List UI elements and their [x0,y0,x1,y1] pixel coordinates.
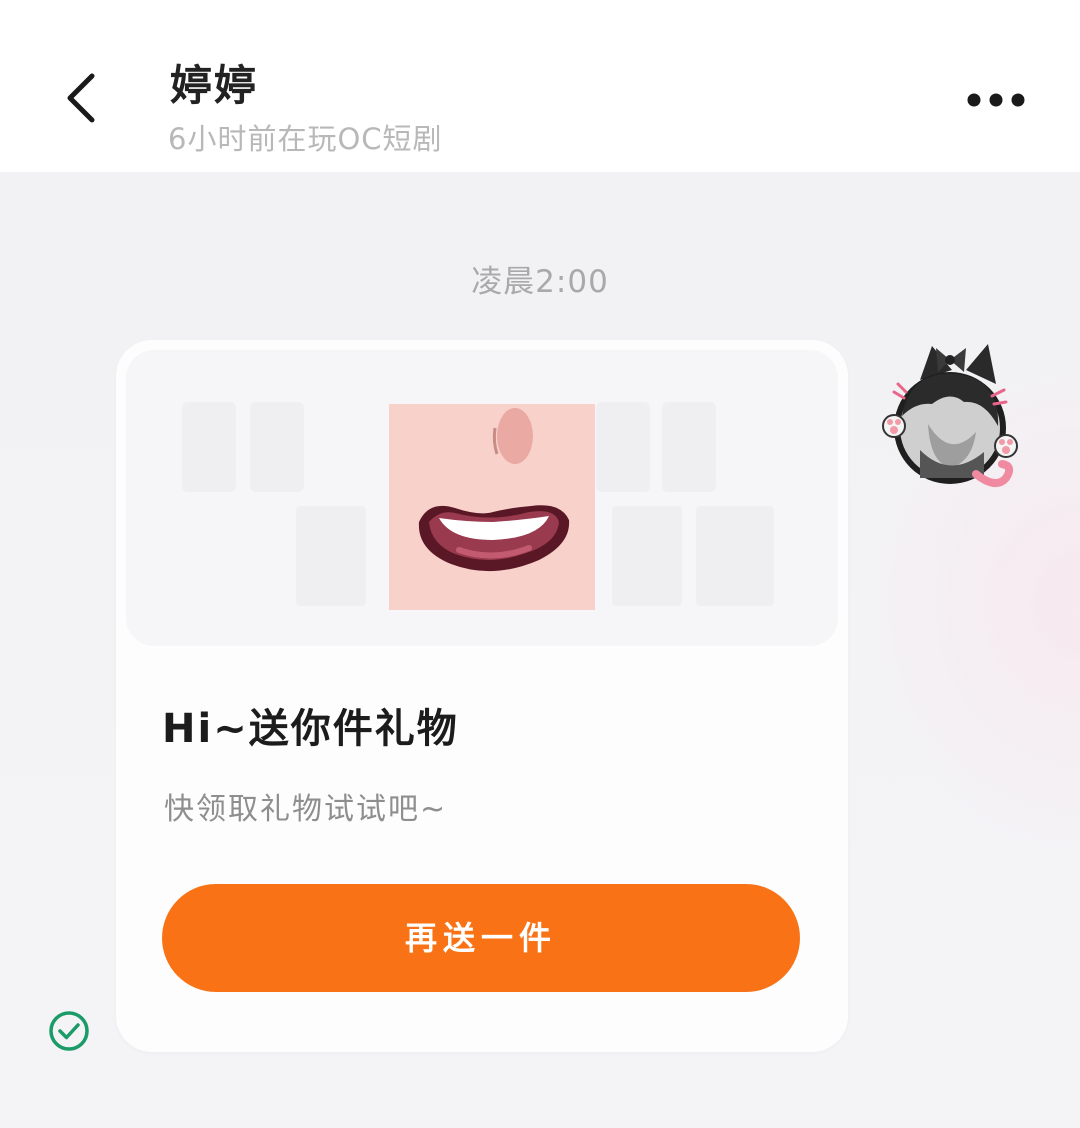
chevron-left-icon [67,73,95,123]
message-sent-status [48,1010,90,1052]
back-button[interactable] [52,68,112,128]
message-timestamp: 凌晨2:00 [471,264,609,300]
gift-card-title: Hi~送你件礼物 [162,706,459,752]
more-horizontal-icon [967,93,1025,107]
gift-message-card[interactable]: Hi~送你件礼物 快领取礼物试试吧~ 再送一件 [116,340,848,1052]
gift-banner [126,350,838,646]
send-another-gift-button[interactable]: 再送一件 [162,884,800,992]
chat-header: 婷婷 6小时前在玩OC短剧 [0,0,1080,172]
contact-status: 6小时前在玩OC短剧 [168,122,443,156]
more-options-button[interactable] [958,82,1038,118]
contact-name[interactable]: 婷婷 [170,52,258,113]
sender-avatar[interactable] [880,340,1020,496]
gift-card-subtitle: 快领取礼物试试吧~ [164,792,448,827]
smiling-mouth-sticker [389,404,595,610]
check-circle-icon [49,1011,89,1051]
cat-ear-avatar [882,344,1018,488]
